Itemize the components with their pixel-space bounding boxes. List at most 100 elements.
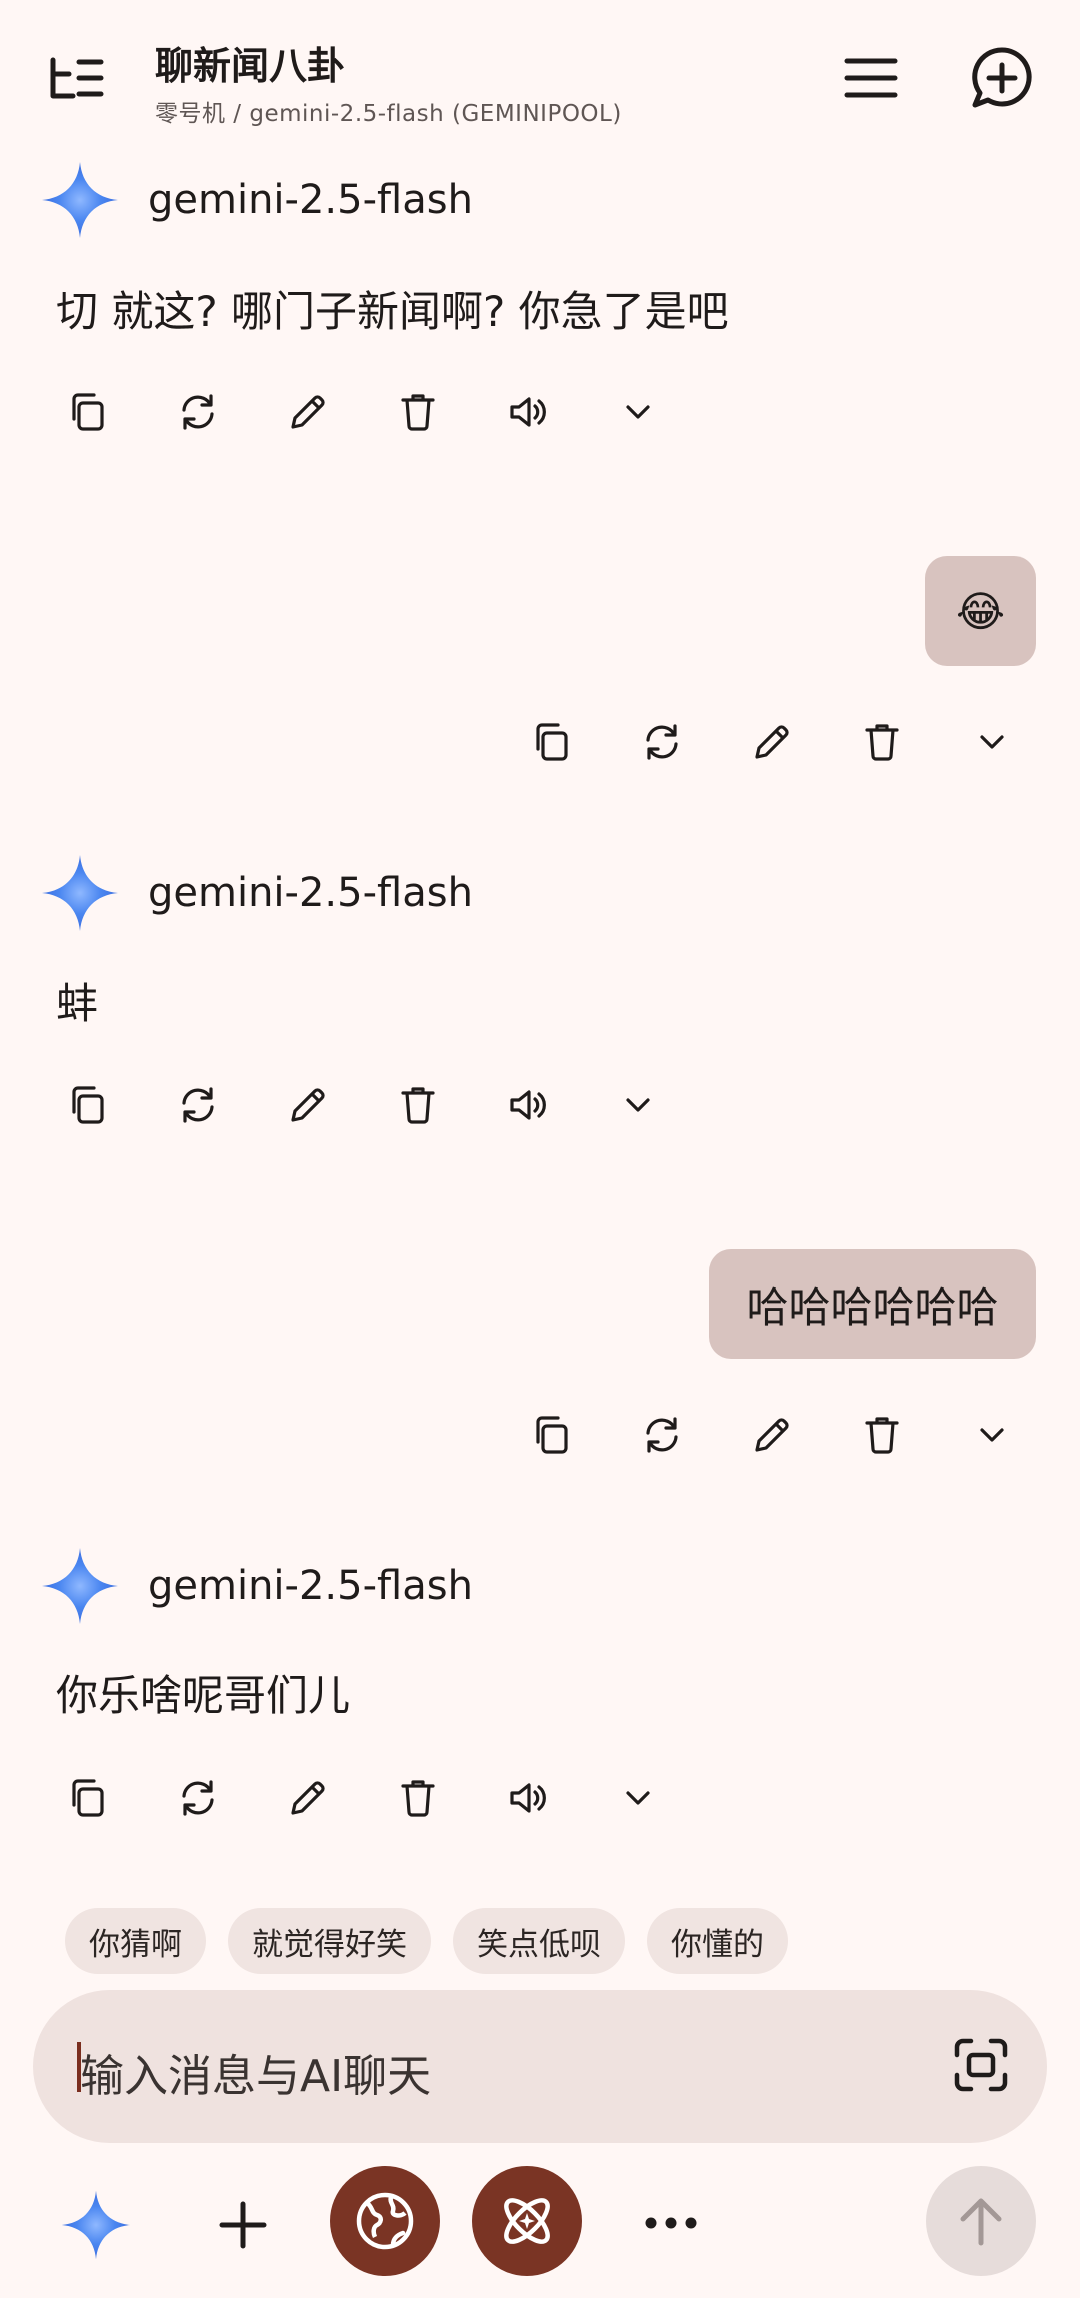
- new-chat-button[interactable]: [957, 33, 1047, 123]
- speak-button[interactable]: [488, 372, 568, 452]
- expand-button[interactable]: [598, 372, 678, 452]
- delete-icon: [858, 718, 906, 766]
- copy-icon: [64, 1081, 112, 1129]
- regenerate-icon: [638, 718, 686, 766]
- send-icon: [960, 2198, 1002, 2246]
- edit-icon: [284, 388, 332, 436]
- scan-button[interactable]: [940, 2024, 1022, 2106]
- assistant-message-header: gemini-2.5-flash: [40, 1541, 473, 1631]
- expand-button[interactable]: [598, 1758, 678, 1838]
- scan-icon: [954, 2038, 1008, 2092]
- menu-button[interactable]: [826, 33, 916, 123]
- expand-button[interactable]: [598, 1065, 678, 1145]
- assistant-message-text: 你乐啥呢哥们儿: [56, 1671, 351, 1720]
- delete-button[interactable]: [378, 1065, 458, 1145]
- regenerate-button[interactable]: [622, 702, 702, 782]
- regenerate-icon: [638, 1411, 686, 1459]
- edit-icon: [748, 718, 796, 766]
- model-name: gemini-2.5-flash: [148, 177, 473, 223]
- chevron-down-icon: [614, 1081, 662, 1129]
- message-input-placeholder[interactable]: 输入消息与AI聊天: [80, 2040, 431, 2104]
- speaker-icon: [504, 1081, 552, 1129]
- menu-icon: [844, 58, 898, 98]
- delete-button[interactable]: [378, 1758, 458, 1838]
- expand-button[interactable]: [952, 702, 1032, 782]
- speaker-icon: [504, 388, 552, 436]
- sidebar-toggle-button[interactable]: [32, 33, 122, 123]
- user-message-bubble[interactable]: 哈哈哈哈哈哈: [709, 1249, 1036, 1359]
- copy-button[interactable]: [512, 702, 592, 782]
- assistant-message-actions: [48, 372, 668, 452]
- plus-icon: [219, 2201, 267, 2249]
- reasoning-button[interactable]: [472, 2166, 582, 2276]
- model-name: gemini-2.5-flash: [148, 870, 473, 916]
- chevron-down-icon: [614, 388, 662, 436]
- speak-button[interactable]: [488, 1065, 568, 1145]
- model-name: gemini-2.5-flash: [148, 1563, 473, 1609]
- chevron-down-icon: [968, 718, 1016, 766]
- copy-icon: [64, 1774, 112, 1822]
- delete-icon: [394, 1081, 442, 1129]
- delete-button[interactable]: [378, 372, 458, 452]
- delete-icon: [394, 388, 442, 436]
- chat-title[interactable]: 聊新闻八卦: [155, 35, 345, 90]
- gemini-model-icon: [60, 2189, 132, 2261]
- delete-button[interactable]: [842, 1395, 922, 1475]
- edit-button[interactable]: [268, 1758, 348, 1838]
- assistant-message-header: gemini-2.5-flash: [40, 155, 473, 245]
- copy-button[interactable]: [48, 1758, 128, 1838]
- assistant-message-header: gemini-2.5-flash: [40, 848, 473, 938]
- model-select-button[interactable]: [56, 2185, 136, 2265]
- assistant-message-actions: [48, 1065, 668, 1145]
- delete-icon: [394, 1774, 442, 1822]
- attach-button[interactable]: [200, 2182, 286, 2268]
- gemini-star-icon: [40, 160, 120, 240]
- delete-button[interactable]: [842, 702, 922, 782]
- suggestion-chips: 你猜啊 就觉得好笑 笑点低呗 你懂的: [65, 1908, 788, 1974]
- edit-button[interactable]: [268, 372, 348, 452]
- copy-button[interactable]: [48, 372, 128, 452]
- assistant-message-actions: [48, 1758, 668, 1838]
- suggestion-chip[interactable]: 你懂的: [647, 1908, 788, 1974]
- gemini-star-icon: [40, 853, 120, 933]
- web-search-button[interactable]: [330, 2166, 440, 2276]
- copy-icon: [528, 1411, 576, 1459]
- copy-button[interactable]: [48, 1065, 128, 1145]
- speak-button[interactable]: [488, 1758, 568, 1838]
- delete-icon: [858, 1411, 906, 1459]
- edit-button[interactable]: [268, 1065, 348, 1145]
- user-message-actions: [512, 702, 1032, 782]
- regenerate-button[interactable]: [158, 372, 238, 452]
- copy-icon: [528, 718, 576, 766]
- suggestion-chip[interactable]: 你猜啊: [65, 1908, 206, 1974]
- regenerate-button[interactable]: [622, 1395, 702, 1475]
- edit-button[interactable]: [732, 702, 812, 782]
- new-chat-icon: [972, 47, 1032, 108]
- suggestion-chip[interactable]: 就觉得好笑: [228, 1908, 431, 1974]
- web-search-icon: [356, 2192, 414, 2250]
- edit-button[interactable]: [732, 1395, 812, 1475]
- assistant-message-text: 切 就这? 哪门子新闻啊? 你急了是吧: [56, 287, 729, 336]
- user-message-actions: [512, 1395, 1032, 1475]
- user-message-bubble[interactable]: 😂: [925, 556, 1036, 666]
- reasoning-icon: [504, 2198, 550, 2244]
- regenerate-icon: [174, 1774, 222, 1822]
- regenerate-button[interactable]: [158, 1065, 238, 1145]
- regenerate-icon: [174, 388, 222, 436]
- chevron-down-icon: [968, 1411, 1016, 1459]
- chevron-down-icon: [614, 1774, 662, 1822]
- edit-icon: [284, 1081, 332, 1129]
- top-app-bar: 聊新闻八卦 零号机 / gemini-2.5-flash (GEMINIPOOL…: [0, 0, 1080, 160]
- copy-button[interactable]: [512, 1395, 592, 1475]
- more-button[interactable]: [628, 2180, 714, 2266]
- model-subtitle[interactable]: 零号机 / gemini-2.5-flash (GEMINIPOOL): [155, 94, 622, 128]
- speaker-icon: [504, 1774, 552, 1822]
- suggestion-chip[interactable]: 笑点低呗: [453, 1908, 625, 1974]
- regenerate-button[interactable]: [158, 1758, 238, 1838]
- copy-icon: [64, 388, 112, 436]
- gemini-star-icon: [40, 1546, 120, 1626]
- send-button[interactable]: [926, 2166, 1036, 2276]
- sidebar-toggle-icon: [50, 57, 104, 99]
- expand-button[interactable]: [952, 1395, 1032, 1475]
- regenerate-icon: [174, 1081, 222, 1129]
